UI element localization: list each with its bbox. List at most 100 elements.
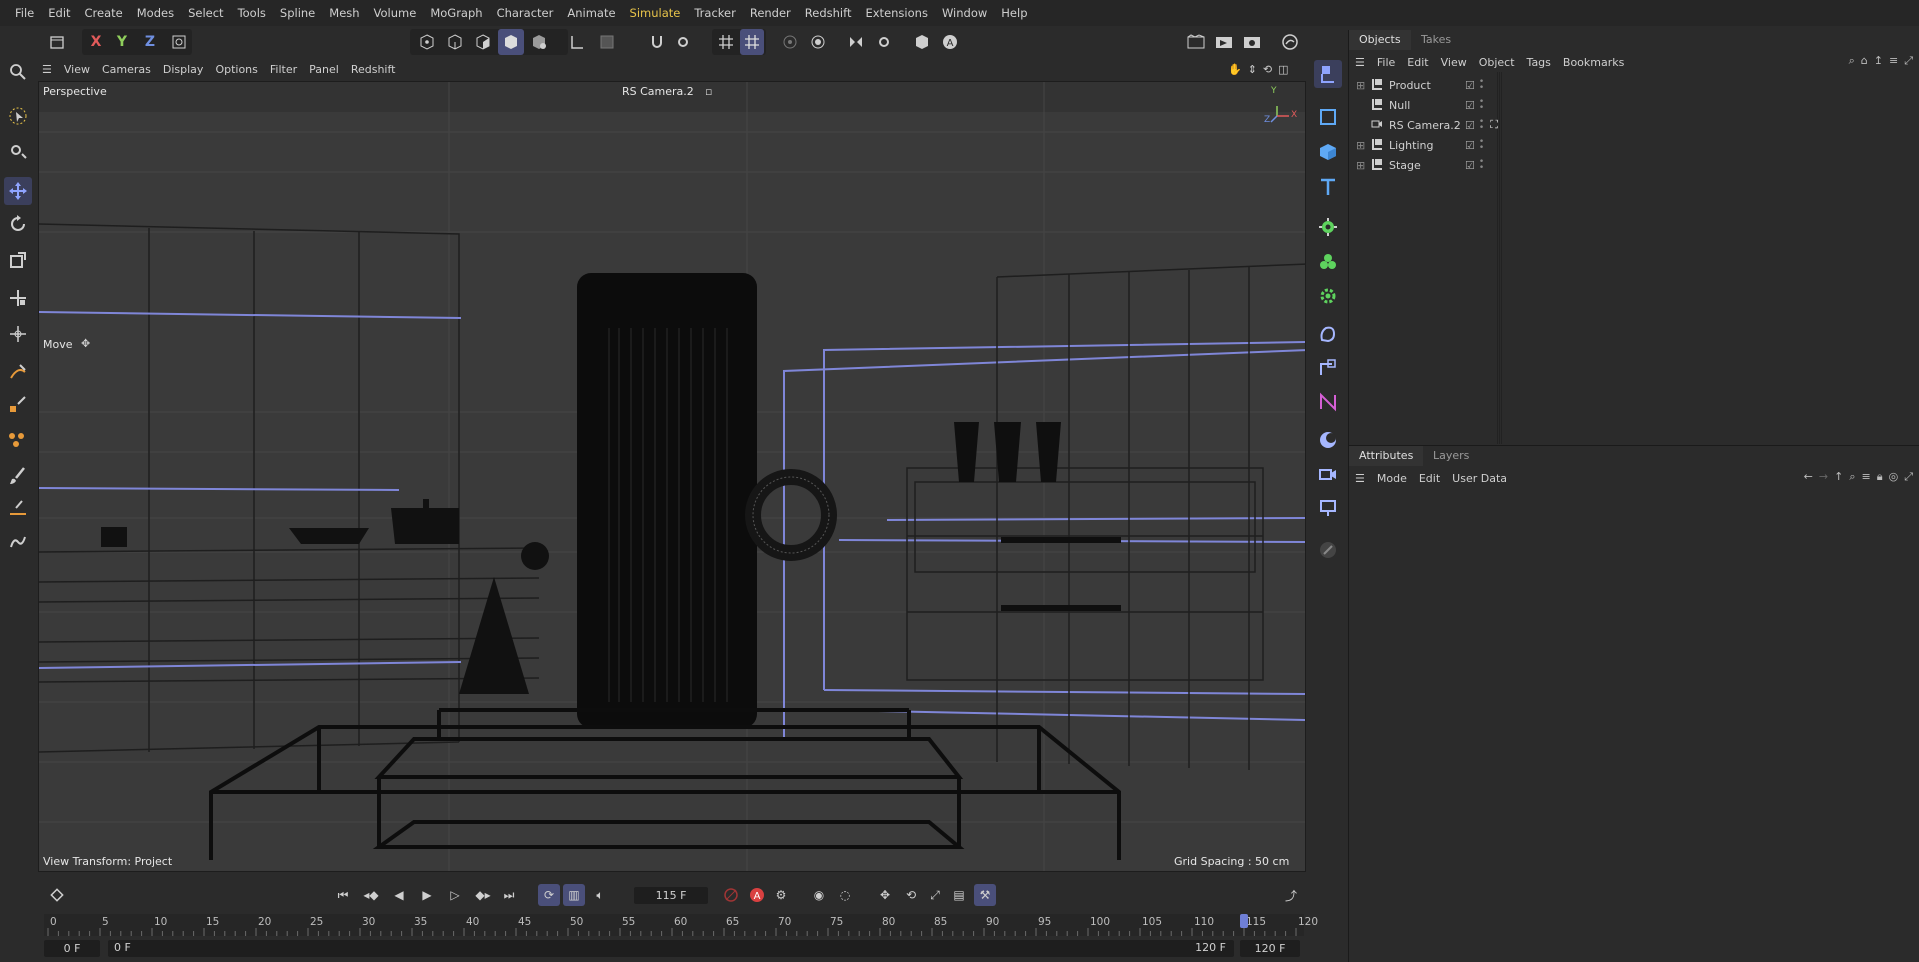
menu-window[interactable]: Window: [935, 6, 994, 20]
menu-mograph[interactable]: MoGraph: [423, 6, 489, 20]
key-settings-icon[interactable]: ⚙: [770, 884, 792, 906]
menu-help[interactable]: Help: [994, 6, 1034, 20]
forward-arrow-icon[interactable]: →: [1819, 470, 1828, 484]
sound-icon[interactable]: 🔈︎: [589, 884, 611, 906]
expand-panel-icon[interactable]: ⤢: [1904, 54, 1913, 68]
lock-icon[interactable]: 🔒︎: [1877, 470, 1883, 484]
menu-redshift[interactable]: Redshift: [798, 6, 859, 20]
viewport-menu-view[interactable]: View: [58, 63, 96, 76]
render-dots-icon[interactable]: • •: [1479, 98, 1484, 113]
deformer-icon[interactable]: [1314, 320, 1342, 348]
scale-tool-icon[interactable]: [4, 246, 32, 274]
volume-icon[interactable]: [1314, 388, 1342, 416]
object-row-product[interactable]: ⊞ Product ☑ • •: [1349, 75, 1919, 95]
loft-object-icon[interactable]: [1314, 60, 1342, 88]
render-settings-icon[interactable]: [1240, 29, 1264, 55]
visibility-checkbox-icon[interactable]: ☑: [1465, 139, 1475, 152]
mograph-fracture-icon[interactable]: [1314, 248, 1342, 276]
workplane-settings-icon[interactable]: [806, 29, 830, 55]
rotation-key-icon[interactable]: ⟲: [900, 884, 922, 906]
scale-key-icon[interactable]: ⤢: [924, 884, 946, 906]
menu-mesh[interactable]: Mesh: [322, 6, 366, 20]
end-frame-field[interactable]: 120 F: [1240, 940, 1300, 957]
axis-y-toggle[interactable]: Y: [112, 29, 132, 55]
keyframe-selection-icon[interactable]: ◉: [808, 884, 830, 906]
undo-history-icon[interactable]: [44, 29, 70, 55]
viewport-menu-cameras[interactable]: Cameras: [96, 63, 157, 76]
dolly-icon[interactable]: ⇕: [1248, 63, 1257, 76]
workplane-snap-icon[interactable]: [740, 29, 764, 55]
environment-icon[interactable]: [1314, 426, 1342, 454]
object-row-null[interactable]: Null ☑ • •: [1349, 95, 1919, 115]
viewport-menu-redshift[interactable]: Redshift: [345, 63, 402, 76]
naming-tool-icon[interactable]: [910, 29, 934, 55]
attributes-menu-mode[interactable]: Mode: [1371, 472, 1413, 485]
camera-link-icon[interactable]: ▫: [705, 85, 712, 98]
frame-ruler[interactable]: 0 5 10 15 20 25 30 35 40 45 50 55 60 65 70 75 80 85 90 95 10…: [44, 914, 1318, 936]
cube-object-icon[interactable]: [1314, 138, 1342, 166]
objects-menu-object[interactable]: Object: [1473, 56, 1521, 69]
objects-menu-view[interactable]: View: [1435, 56, 1473, 69]
attributes-menu-edit[interactable]: Edit: [1413, 472, 1446, 485]
render-region-icon[interactable]: [1184, 29, 1208, 55]
spline-pen-icon[interactable]: [4, 358, 32, 386]
go-to-start-icon[interactable]: ⏮: [332, 884, 354, 906]
point-level-key-icon[interactable]: ⚒: [974, 884, 996, 906]
up-arrow-icon[interactable]: ↑: [1834, 470, 1843, 484]
redshift-render-view-icon[interactable]: [1278, 29, 1302, 55]
menu-tools[interactable]: Tools: [231, 6, 273, 20]
menu-animate[interactable]: Animate: [560, 6, 622, 20]
live-selection-icon[interactable]: [4, 102, 32, 130]
menu-modes[interactable]: Modes: [130, 6, 181, 20]
symmetry-icon[interactable]: [844, 29, 868, 55]
render-dots-icon[interactable]: • •: [1479, 138, 1484, 153]
edges-mode-icon[interactable]: [442, 29, 468, 55]
transform-tool-icon[interactable]: [4, 284, 32, 312]
grid-snap-icon[interactable]: [714, 29, 738, 55]
light-object-icon[interactable]: [1314, 494, 1342, 522]
parameter-key-icon[interactable]: ▤: [948, 884, 970, 906]
object-name[interactable]: Null: [1389, 99, 1457, 112]
axis-mode-icon[interactable]: [564, 29, 590, 55]
render-dots-icon[interactable]: • •: [1479, 118, 1484, 133]
orbit-icon[interactable]: ⟲: [1263, 63, 1272, 76]
visibility-checkbox-icon[interactable]: ☑: [1465, 119, 1475, 132]
expand-panel-icon[interactable]: ⤢: [1904, 470, 1913, 484]
snap-settings-icon[interactable]: [672, 29, 694, 55]
spline-sketch-icon[interactable]: [4, 390, 32, 418]
expand-toggle-icon[interactable]: ⊞: [1356, 139, 1368, 152]
objects-menu-bookmarks[interactable]: Bookmarks: [1557, 56, 1630, 69]
search-icon[interactable]: ⌕: [1849, 470, 1855, 484]
viewport-menu-options[interactable]: Options: [209, 63, 263, 76]
previous-frame-icon[interactable]: ◀︎: [388, 884, 410, 906]
viewport-menu-display[interactable]: Display: [157, 63, 210, 76]
start-frame-field[interactable]: 0 F: [44, 940, 100, 957]
search-icon[interactable]: ⌕: [1849, 54, 1855, 68]
tweak-mode-icon[interactable]: [594, 29, 620, 55]
home-icon[interactable]: ⌂: [1861, 54, 1868, 68]
objects-hamburger-icon[interactable]: ☰: [1349, 56, 1371, 69]
expand-toggle-icon[interactable]: ⊞: [1356, 159, 1368, 172]
attributes-menu-user-data[interactable]: User Data: [1446, 472, 1513, 485]
object-row-lighting[interactable]: ⊞ Lighting ☑ • •: [1349, 135, 1919, 155]
field-icon[interactable]: [1314, 354, 1342, 382]
paint-brush-icon[interactable]: [4, 462, 32, 490]
viewport-hamburger-icon[interactable]: ☰: [36, 63, 58, 76]
position-key-icon[interactable]: ✥: [874, 884, 896, 906]
effector-gear-icon[interactable]: [1314, 282, 1342, 310]
filter-icon[interactable]: ≡: [1862, 470, 1871, 484]
tab-layers[interactable]: Layers: [1423, 446, 1479, 466]
snap-magnet-icon[interactable]: [644, 29, 670, 55]
points-mode-icon[interactable]: [414, 29, 440, 55]
cloner-icon[interactable]: [1314, 213, 1342, 241]
menu-volume[interactable]: Volume: [367, 6, 424, 20]
move-tool-icon[interactable]: [4, 177, 32, 205]
polygons-mode-icon[interactable]: [470, 29, 496, 55]
spline-arc-icon[interactable]: [4, 494, 32, 522]
visibility-checkbox-icon[interactable]: ☑: [1465, 159, 1475, 172]
playhead-handle[interactable]: [1240, 914, 1248, 928]
autokey-icon[interactable]: A: [746, 884, 768, 906]
pan-hand-icon[interactable]: ✋: [1228, 63, 1242, 76]
record-disabled-icon[interactable]: [720, 884, 742, 906]
uvw-mode-icon[interactable]: [526, 29, 552, 55]
